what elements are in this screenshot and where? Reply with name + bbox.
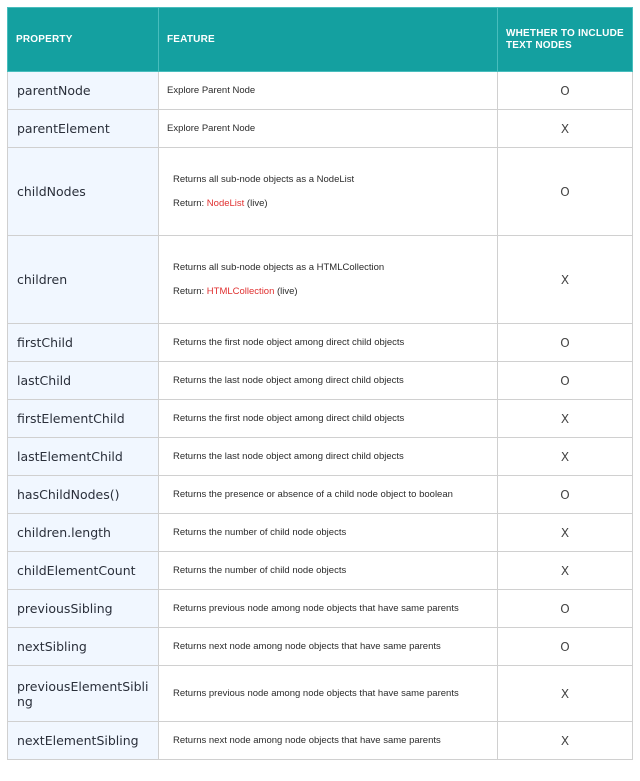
property-cell: nextSibling — [7, 627, 159, 666]
property-cell: childElementCount — [7, 551, 159, 590]
include-cell: O — [497, 475, 633, 514]
return-suffix: (live) — [274, 286, 298, 297]
property-cell: lastChild — [7, 361, 159, 400]
include-cell: X — [497, 437, 633, 476]
table-row: hasChildNodes() Returns the presence or … — [7, 475, 633, 514]
feature-cell: Explore Parent Node — [158, 109, 498, 148]
table-row: previousSibling Returns previous node am… — [7, 589, 633, 628]
table-row: children.length Returns the number of ch… — [7, 513, 633, 552]
include-cell: O — [497, 71, 633, 110]
feature-cell: Returns all sub-node objects as a NodeLi… — [158, 147, 498, 236]
include-cell: O — [497, 627, 633, 666]
property-cell: nextElementSibling — [7, 721, 159, 760]
property-cell: parentNode — [7, 71, 159, 110]
table-row: previousElementSibling Returns previous … — [7, 665, 633, 722]
table-header-row: PROPERTY FEATURE WHETHER TO INCLUDE TEXT… — [7, 7, 633, 72]
table-row: children Returns all sub-node objects as… — [7, 235, 633, 324]
header-feature: FEATURE — [158, 7, 498, 72]
include-cell: O — [497, 323, 633, 362]
header-include-text-nodes: WHETHER TO INCLUDE TEXT NODES — [497, 7, 633, 72]
feature-cell: Returns all sub-node objects as a HTMLCo… — [158, 235, 498, 324]
header-property: PROPERTY — [7, 7, 159, 72]
table-row: firstChild Returns the first node object… — [7, 323, 633, 362]
feature-cell: Returns the first node object among dire… — [158, 323, 498, 362]
include-cell: X — [497, 109, 633, 148]
property-cell: lastElementChild — [7, 437, 159, 476]
table-row: lastChild Returns the last node object a… — [7, 361, 633, 400]
include-cell: X — [497, 665, 633, 722]
table-row: nextSibling Returns next node among node… — [7, 627, 633, 666]
table-row: parentElement Explore Parent Node X — [7, 109, 633, 148]
table-row: parentNode Explore Parent Node O — [7, 71, 633, 110]
feature-description: Returns all sub-node objects as a HTMLCo… — [173, 262, 385, 273]
property-cell: hasChildNodes() — [7, 475, 159, 514]
return-type: HTMLCollection — [206, 286, 275, 297]
include-cell: X — [497, 513, 633, 552]
table-row: lastElementChild Returns the last node o… — [7, 437, 633, 476]
property-cell: firstElementChild — [7, 399, 159, 438]
feature-cell: Returns the first node object among dire… — [158, 399, 498, 438]
include-cell: X — [497, 551, 633, 590]
table-row: firstElementChild Returns the first node… — [7, 399, 633, 438]
feature-cell: Returns the number of child node objects — [158, 551, 498, 590]
table-row: childElementCount Returns the number of … — [7, 551, 633, 590]
dom-navigation-table: PROPERTY FEATURE WHETHER TO INCLUDE TEXT… — [7, 7, 633, 760]
property-cell: children — [7, 235, 159, 324]
include-cell: O — [497, 361, 633, 400]
table-row: childNodes Returns all sub-node objects … — [7, 147, 633, 236]
property-cell: firstChild — [7, 323, 159, 362]
dom-navigation-table-container: PROPERTY FEATURE WHETHER TO INCLUDE TEXT… — [7, 7, 633, 760]
return-suffix: (live) — [244, 198, 268, 209]
property-cell: childNodes — [7, 147, 159, 236]
include-cell: O — [497, 589, 633, 628]
feature-return: Return: NodeList (live) — [173, 198, 489, 209]
return-label: Return: — [173, 286, 207, 297]
feature-cell: Returns the presence or absence of a chi… — [158, 475, 498, 514]
feature-cell: Returns the last node object among direc… — [158, 361, 498, 400]
include-cell: X — [497, 721, 633, 760]
include-cell: O — [497, 147, 633, 236]
feature-description: Returns all sub-node objects as a NodeLi… — [173, 174, 355, 185]
feature-cell: Returns previous node among node objects… — [158, 665, 498, 722]
feature-cell: Explore Parent Node — [158, 71, 498, 110]
property-cell: previousElementSibling — [7, 665, 159, 722]
feature-cell: Returns the number of child node objects — [158, 513, 498, 552]
table-row: nextElementSibling Returns next node amo… — [7, 721, 633, 760]
feature-return: Return: HTMLCollection (live) — [173, 286, 489, 297]
feature-cell: Returns next node among node objects tha… — [158, 627, 498, 666]
return-label: Return: — [173, 198, 207, 209]
feature-cell: Returns next node among node objects tha… — [158, 721, 498, 760]
feature-cell: Returns the last node object among direc… — [158, 437, 498, 476]
return-type: NodeList — [206, 198, 245, 209]
include-cell: X — [497, 235, 633, 324]
include-cell: X — [497, 399, 633, 438]
property-cell: children.length — [7, 513, 159, 552]
property-cell: previousSibling — [7, 589, 159, 628]
property-cell: parentElement — [7, 109, 159, 148]
feature-cell: Returns previous node among node objects… — [158, 589, 498, 628]
